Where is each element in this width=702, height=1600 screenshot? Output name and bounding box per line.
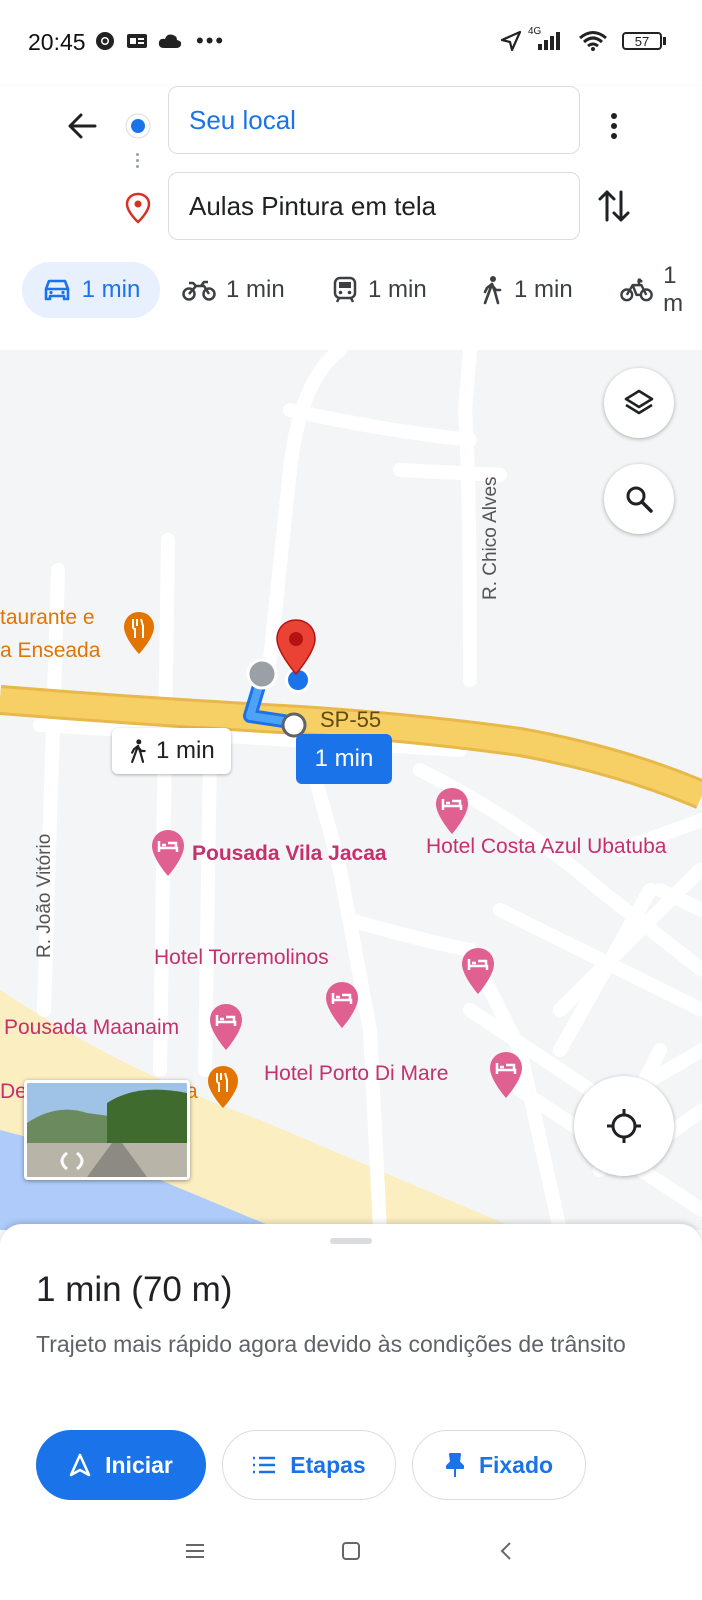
swap-icon[interactable] — [596, 186, 636, 226]
cloud-icon — [158, 30, 182, 52]
mode-transit-time: 1 min — [368, 276, 427, 303]
bike-icon — [620, 278, 653, 302]
battery-level: 57 — [622, 32, 662, 50]
drag-handle[interactable] — [330, 1238, 372, 1244]
status-bar: 20:45 ••• 4G 57 — [0, 0, 702, 86]
mode-car[interactable]: 1 min — [22, 262, 160, 318]
mode-bike[interactable]: 1 m — [620, 262, 702, 318]
layers-icon[interactable] — [604, 368, 674, 438]
mode-motorcycle[interactable]: 1 min — [182, 262, 285, 318]
hotel-porto-di-mare-label[interactable]: Hotel Porto Di Mare — [264, 1062, 448, 1086]
mode-walk-time: 1 min — [514, 276, 573, 303]
menu-nav-icon[interactable] — [184, 1542, 206, 1565]
mode-transit[interactable]: 1 min — [332, 262, 427, 318]
drive-time-chip[interactable]: 1 min — [296, 734, 392, 784]
start-button[interactable]: Iniciar — [36, 1430, 206, 1500]
pinned-button-label: Fixado — [478, 1451, 554, 1478]
map-view[interactable]: taurante e a Enseada SP-55 R. Chico Alve… — [0, 350, 702, 1230]
location-arrow-icon — [500, 30, 522, 52]
origin-dot-icon — [124, 112, 152, 145]
pousada-maanaim-pin-icon[interactable] — [208, 1002, 244, 1057]
network-label: 4G — [528, 26, 542, 37]
pousada-vila-jacaa-label[interactable]: Pousada Vila Jacaa — [192, 842, 387, 866]
news-icon — [126, 30, 148, 52]
more-notifications-icon: ••• — [196, 28, 226, 53]
hotel-torremolinos-pin-icon[interactable] — [324, 980, 360, 1035]
walk-time-chip[interactable]: 1 min — [112, 728, 231, 774]
destination-pin-icon — [124, 192, 152, 229]
car-icon — [44, 279, 69, 301]
hotel-costa-azul-label[interactable]: Hotel Costa Azul Ubatuba — [426, 835, 666, 859]
motorcycle-icon — [182, 280, 216, 301]
wifi-icon — [578, 30, 608, 52]
steps-button-label: Etapas — [290, 1451, 366, 1478]
chrome-icon — [94, 30, 116, 52]
back-nav-icon[interactable] — [498, 1540, 514, 1567]
more-options-icon[interactable] — [594, 104, 634, 148]
route-summary-sheet: 1 min (70 m) Trajeto mais rápido agora d… — [0, 1224, 702, 1600]
navigation-icon — [69, 1453, 91, 1477]
origin-field[interactable]: Seu local — [168, 86, 580, 154]
home-nav-icon[interactable] — [340, 1540, 362, 1567]
hotel-pin-icon[interactable] — [434, 786, 470, 841]
hotel-pin-icon-2[interactable] — [460, 946, 496, 1001]
restaurant-pin-icon[interactable] — [122, 610, 156, 661]
transit-icon — [333, 276, 357, 303]
mode-walk[interactable]: 1 min — [480, 262, 573, 318]
list-icon — [253, 1456, 276, 1474]
street-view-thumbnail[interactable] — [24, 1080, 190, 1180]
walk-chip-time: 1 min — [156, 737, 215, 764]
hotel-porto-pin-icon[interactable] — [488, 1050, 524, 1105]
back-arrow-icon[interactable] — [58, 102, 106, 150]
mode-car-time: 1 min — [81, 276, 141, 303]
pousada-maanaim-label[interactable]: Pousada Maanaim — [4, 1016, 179, 1040]
road-sp55-label: SP-55 — [320, 707, 382, 732]
mode-motorcycle-time: 1 min — [226, 276, 285, 303]
status-time: 20:45 — [28, 29, 86, 55]
route-summary: 1 min (70 m) — [36, 1270, 233, 1309]
road-chico-alves-label: R. Chico Alves — [480, 476, 501, 600]
mode-bike-time: 1 m — [663, 262, 684, 317]
walk-icon — [483, 276, 502, 305]
start-button-label: Iniciar — [105, 1451, 173, 1478]
signal-icon: 4G — [528, 26, 564, 52]
destination-marker-icon[interactable] — [274, 618, 318, 681]
restaurant-label-2: a Enseada — [0, 639, 101, 662]
destination-field[interactable]: Aulas Pintura em tela — [168, 172, 580, 240]
steps-button[interactable]: Etapas — [222, 1430, 396, 1500]
walk-chip-icon — [131, 739, 146, 763]
route-description: Trajeto mais rápido agora devido às cond… — [36, 1331, 626, 1357]
search-icon[interactable] — [604, 464, 674, 534]
pin-icon — [445, 1453, 464, 1477]
route-dots — [136, 150, 140, 180]
restaurant-pin-icon-2[interactable] — [206, 1064, 240, 1115]
my-location-icon[interactable] — [574, 1076, 674, 1176]
road-joao-vitorio-label: R. João Vitório — [34, 833, 55, 958]
battery-icon: 57 — [622, 30, 666, 52]
directions-header: Seu local Aulas Pintura em tela 1 min 1 … — [0, 86, 702, 350]
hotel-torremolinos-label[interactable]: Hotel Torremolinos — [154, 946, 329, 970]
pousada-pin-icon[interactable] — [150, 828, 186, 883]
pinned-button[interactable]: Fixado — [412, 1430, 586, 1500]
restaurant-label-1: taurante e — [0, 606, 95, 629]
